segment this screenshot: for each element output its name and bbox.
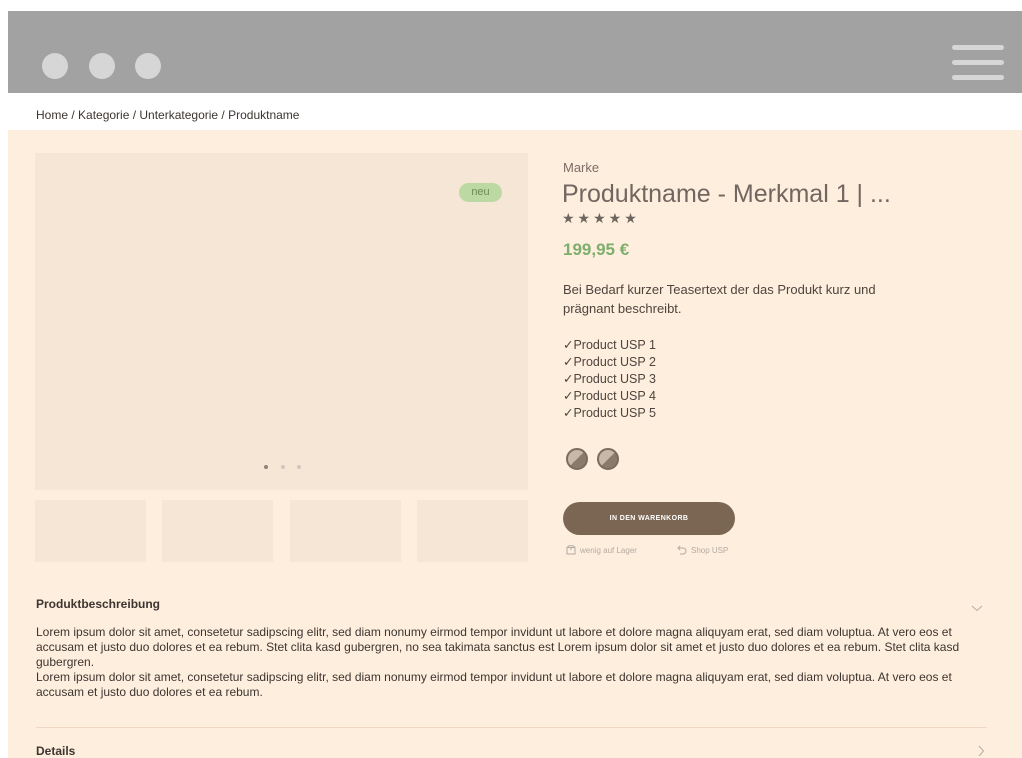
box-icon — [566, 545, 576, 555]
hamburger-menu-icon[interactable] — [952, 45, 1004, 81]
shop-usp-label: Shop USP — [691, 545, 729, 555]
slider-dot[interactable] — [297, 465, 301, 469]
color-swatch[interactable] — [597, 448, 619, 470]
description-section-title[interactable]: Produktbeschreibung — [36, 597, 160, 611]
stock-note-label: wenig auf Lager — [580, 545, 637, 555]
product-main-image[interactable] — [35, 153, 528, 490]
window-dot — [42, 53, 68, 79]
product-price: 199,95 € — [563, 240, 630, 259]
description-paragraph: Lorem ipsum dolor sit amet, consetetur s… — [36, 625, 960, 669]
usp-list: ✓Product USP 1 ✓Product USP 2 ✓Product USP… — [563, 337, 656, 422]
chevron-down-icon[interactable] — [971, 602, 983, 614]
slider-dot[interactable] — [281, 465, 285, 469]
rating-stars[interactable]: ★★★★★ — [562, 210, 640, 227]
slider-dot-active[interactable] — [264, 465, 268, 469]
chevron-right-icon[interactable] — [975, 745, 987, 757]
stock-note: wenig auf Lager — [566, 545, 637, 555]
usp-item: ✓Product USP 5 — [563, 406, 656, 420]
section-divider — [36, 727, 987, 728]
window-dot — [135, 53, 161, 79]
product-brand[interactable]: Marke — [563, 160, 599, 175]
product-thumbnail[interactable] — [417, 500, 528, 562]
product-title: Produktname - Merkmal 1 | ... — [562, 180, 891, 208]
return-arrow-icon — [677, 545, 687, 555]
product-thumbnail[interactable] — [35, 500, 146, 562]
add-to-cart-button[interactable]: IN DEN WARENKORB — [563, 502, 735, 535]
product-thumbnail[interactable] — [162, 500, 273, 562]
usp-item: ✓Product USP 3 — [563, 372, 656, 386]
product-description: Lorem ipsum dolor sit amet, consetetur s… — [36, 625, 986, 700]
product-teaser: Bei Bedarf kurzer Teasertext der das Pro… — [563, 282, 876, 316]
usp-item: ✓Product USP 4 — [563, 389, 656, 403]
details-section-title[interactable]: Details — [36, 744, 75, 758]
product-thumbnail[interactable] — [290, 500, 401, 562]
usp-item: ✓Product USP 2 — [563, 355, 656, 369]
usp-item: ✓Product USP 1 — [563, 338, 656, 352]
new-badge: neu — [459, 183, 502, 202]
shop-usp-note: Shop USP — [677, 545, 728, 555]
description-paragraph: Lorem ipsum dolor sit amet, consetetur s… — [36, 670, 952, 699]
top-bar — [8, 11, 1022, 93]
breadcrumb[interactable]: Home / Kategorie / Unterkategorie / Prod… — [36, 108, 299, 122]
color-swatch[interactable] — [566, 448, 588, 470]
window-dot — [89, 53, 115, 79]
